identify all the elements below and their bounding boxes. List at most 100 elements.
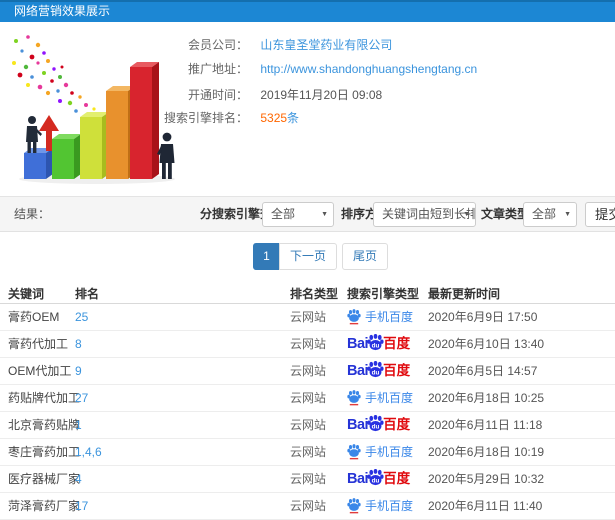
- baidu-logo: Bai du 百度: [347, 331, 410, 357]
- rank-link[interactable]: 17: [75, 493, 88, 519]
- keyword-cell: 膏药代加工: [8, 337, 69, 351]
- keyword-cell: OEM代加工: [8, 364, 72, 378]
- engine-cell: 百度 Bai du 百度: [347, 331, 410, 357]
- rank-type-cell: 云网站: [290, 364, 327, 378]
- paw-underline: [349, 403, 359, 406]
- pagination: 1 下一页 尾页: [253, 243, 389, 270]
- company-link[interactable]: 山东皇圣堂药业有限公司: [260, 38, 392, 52]
- updated-cell: 2020年6月11日 11:18: [428, 418, 543, 432]
- baidu-logo: Bai du 百度: [347, 412, 410, 438]
- updated-cell: 2020年6月11日 11:40: [428, 499, 543, 513]
- rank-link[interactable]: 25: [75, 304, 88, 330]
- rank-link[interactable]: 8: [75, 331, 82, 357]
- rank-type-cell: 云网站: [290, 337, 327, 351]
- table-row: OEM代加工 9 云网站 百度 Bai: [0, 358, 615, 385]
- promo-url-label: 推广地址：: [187, 62, 248, 76]
- chevron-down-icon: ▼: [564, 211, 571, 218]
- baidu-logo-cn: 百度: [383, 363, 411, 378]
- baidu-logo: Bai du 百度: [347, 358, 410, 384]
- keyword-cell: 菏泽膏药厂家: [8, 499, 81, 513]
- bar-chart-illustration: [12, 35, 175, 184]
- baidu-logo-du: du: [372, 343, 380, 350]
- keyword-cell: 膏药OEM: [8, 310, 60, 324]
- open-time-value: 2019年11月20日 09:08: [260, 88, 383, 102]
- engine-cell: 手机百度 Bai du 百度: [347, 304, 413, 330]
- rank-count-label: 搜索引擎排名：: [163, 111, 248, 125]
- rank-count-suffix: 条: [287, 111, 300, 125]
- mobile-baidu-logo: 手机百度: [347, 493, 413, 519]
- mobile-baidu-label: 手机百度: [365, 445, 414, 459]
- open-time-label: 开通时间：: [187, 88, 248, 102]
- mobile-baidu-logo: 手机百度: [347, 304, 413, 330]
- rank-type-cell: 云网站: [290, 472, 327, 486]
- engine-cell: 手机百度 Bai du 百度: [347, 439, 413, 465]
- engine-select-value: 全部: [271, 207, 296, 221]
- baidu-paw-icon: [347, 309, 361, 325]
- rank-link[interactable]: 9: [75, 358, 82, 384]
- table-row: 药贴牌代加工 27 云网站 手机百度 Bai: [0, 385, 615, 412]
- paw-underline: [349, 457, 359, 460]
- last-page-button[interactable]: 尾页: [342, 243, 389, 270]
- engine-select[interactable]: 全部 ▼: [262, 202, 334, 227]
- baidu-logo-du: du: [372, 424, 380, 431]
- table-row: 膏药代加工 8 云网站 百度 Bai: [0, 331, 615, 358]
- engine-cell: 百度 Bai du 百度: [347, 466, 410, 492]
- table-row: 菏泽膏药厂家 17 云网站 手机百度 Bai: [0, 493, 615, 520]
- next-page-button[interactable]: 下一页: [279, 243, 338, 270]
- sort-select-value: 关键词由短到长排序: [382, 207, 475, 221]
- table-header-row: 关键词 排名 排名类型 搜索引擎类型 最新更新时间: [0, 285, 615, 304]
- baidu-paw-icon: [347, 390, 361, 406]
- engine-cell: 百度 Bai du 百度: [347, 358, 410, 384]
- baidu-logo-du: du: [372, 370, 380, 377]
- promo-url-link[interactable]: http://www.shandonghuangshengtang.cn: [260, 62, 477, 76]
- keyword-cell: 北京膏药贴牌: [8, 418, 81, 432]
- info-row-company: 会员公司： 山东皇圣堂药业有限公司: [160, 36, 600, 52]
- updated-cell: 2020年5月29日 10:32: [428, 472, 545, 486]
- baidu-logo-du: du: [372, 478, 380, 485]
- header-keyword: 关键词: [8, 287, 45, 301]
- engine-cell: 手机百度 Bai du 百度: [347, 385, 413, 411]
- header-rank-type: 排名类型: [290, 287, 339, 301]
- rank-link[interactable]: 27: [75, 385, 88, 411]
- baidu-paw-icon: [347, 498, 361, 514]
- baidu-logo: Bai du 百度: [347, 466, 410, 492]
- company-label: 会员公司：: [187, 38, 248, 52]
- baidu-logo-bai: Bai: [347, 417, 369, 433]
- rank-link[interactable]: 1: [75, 412, 82, 438]
- rank-count-number: 5325: [260, 111, 288, 125]
- submit-button[interactable]: 提交: [585, 202, 615, 227]
- baidu-logo-bai: Bai: [347, 336, 369, 352]
- mobile-baidu-label: 手机百度: [365, 310, 414, 324]
- table-row: 膏药OEM 25 云网站 手机百度 Bai: [0, 304, 615, 331]
- rank-type-cell: 云网站: [290, 391, 327, 405]
- businessman-left-icon: [26, 116, 42, 153]
- bar-red: [130, 62, 159, 179]
- baidu-paw-icon: du: [367, 361, 384, 378]
- chevron-down-icon: ▼: [321, 211, 328, 218]
- result-label: 结果：: [14, 207, 51, 221]
- page-title: 网络营销效果展示: [14, 4, 111, 18]
- paw-underline: [349, 511, 359, 514]
- engine-cell: 手机百度 Bai du 百度: [347, 493, 413, 519]
- article-type-select[interactable]: 全部 ▼: [523, 202, 577, 227]
- baidu-paw-icon: du: [367, 334, 384, 351]
- rank-link[interactable]: 1,4,6: [75, 439, 102, 465]
- rank-link[interactable]: 4: [75, 466, 82, 492]
- baidu-logo-bai: Bai: [347, 363, 369, 379]
- baidu-logo-cn: 百度: [383, 417, 411, 432]
- page-1-button[interactable]: 1: [253, 243, 280, 270]
- table-row: 枣庄膏药加工 1,4,6 云网站 手机百度 Bai: [0, 439, 615, 466]
- info-row-url: 推广地址： http://www.shandonghuangshengtang.…: [160, 60, 600, 76]
- article-type-label: 文章类型: [481, 207, 530, 221]
- header-rank: 排名: [75, 287, 100, 301]
- updated-cell: 2020年6月18日 10:19: [428, 445, 545, 459]
- table-row: 医疗器械厂家 4 云网站 百度 Bai: [0, 466, 615, 493]
- keyword-cell: 枣庄膏药加工: [8, 445, 81, 459]
- bar-yellow: [80, 112, 109, 179]
- keyword-cell: 医疗器械厂家: [8, 472, 81, 486]
- header-updated: 最新更新时间: [428, 287, 501, 301]
- info-row-rank-count: 搜索引擎排名： 5325条: [160, 109, 600, 125]
- sort-select[interactable]: 关键词由短到长排序 ▼: [373, 202, 476, 227]
- rank-count-value: 5325条: [260, 111, 299, 125]
- baidu-paw-icon: du: [367, 415, 384, 432]
